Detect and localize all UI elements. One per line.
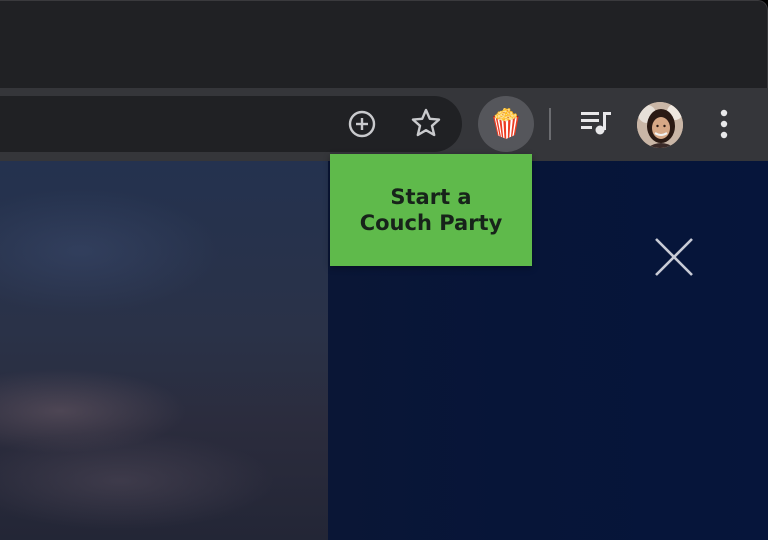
close-icon[interactable] — [650, 233, 698, 281]
profile-avatar[interactable] — [637, 102, 683, 148]
popcorn-icon: 🍿 — [488, 107, 524, 140]
queue-music-icon[interactable] — [575, 102, 617, 144]
tab-strip — [0, 0, 768, 88]
browser-toolbar: 🍿 — [0, 88, 768, 161]
address-bar[interactable] — [0, 96, 462, 152]
start-couch-party-button[interactable]: Start a Couch Party — [330, 154, 532, 266]
toolbar-divider — [549, 108, 551, 140]
star-icon[interactable] — [406, 103, 446, 143]
extension-button[interactable]: 🍿 — [478, 96, 534, 152]
browser-window: 🍿 Start a Couch Party — [0, 0, 768, 540]
add-circle-icon[interactable] — [343, 105, 381, 143]
popup-label: Start a Couch Party — [359, 185, 503, 235]
more-vertical-icon[interactable] — [710, 104, 738, 144]
video-background — [0, 161, 328, 540]
